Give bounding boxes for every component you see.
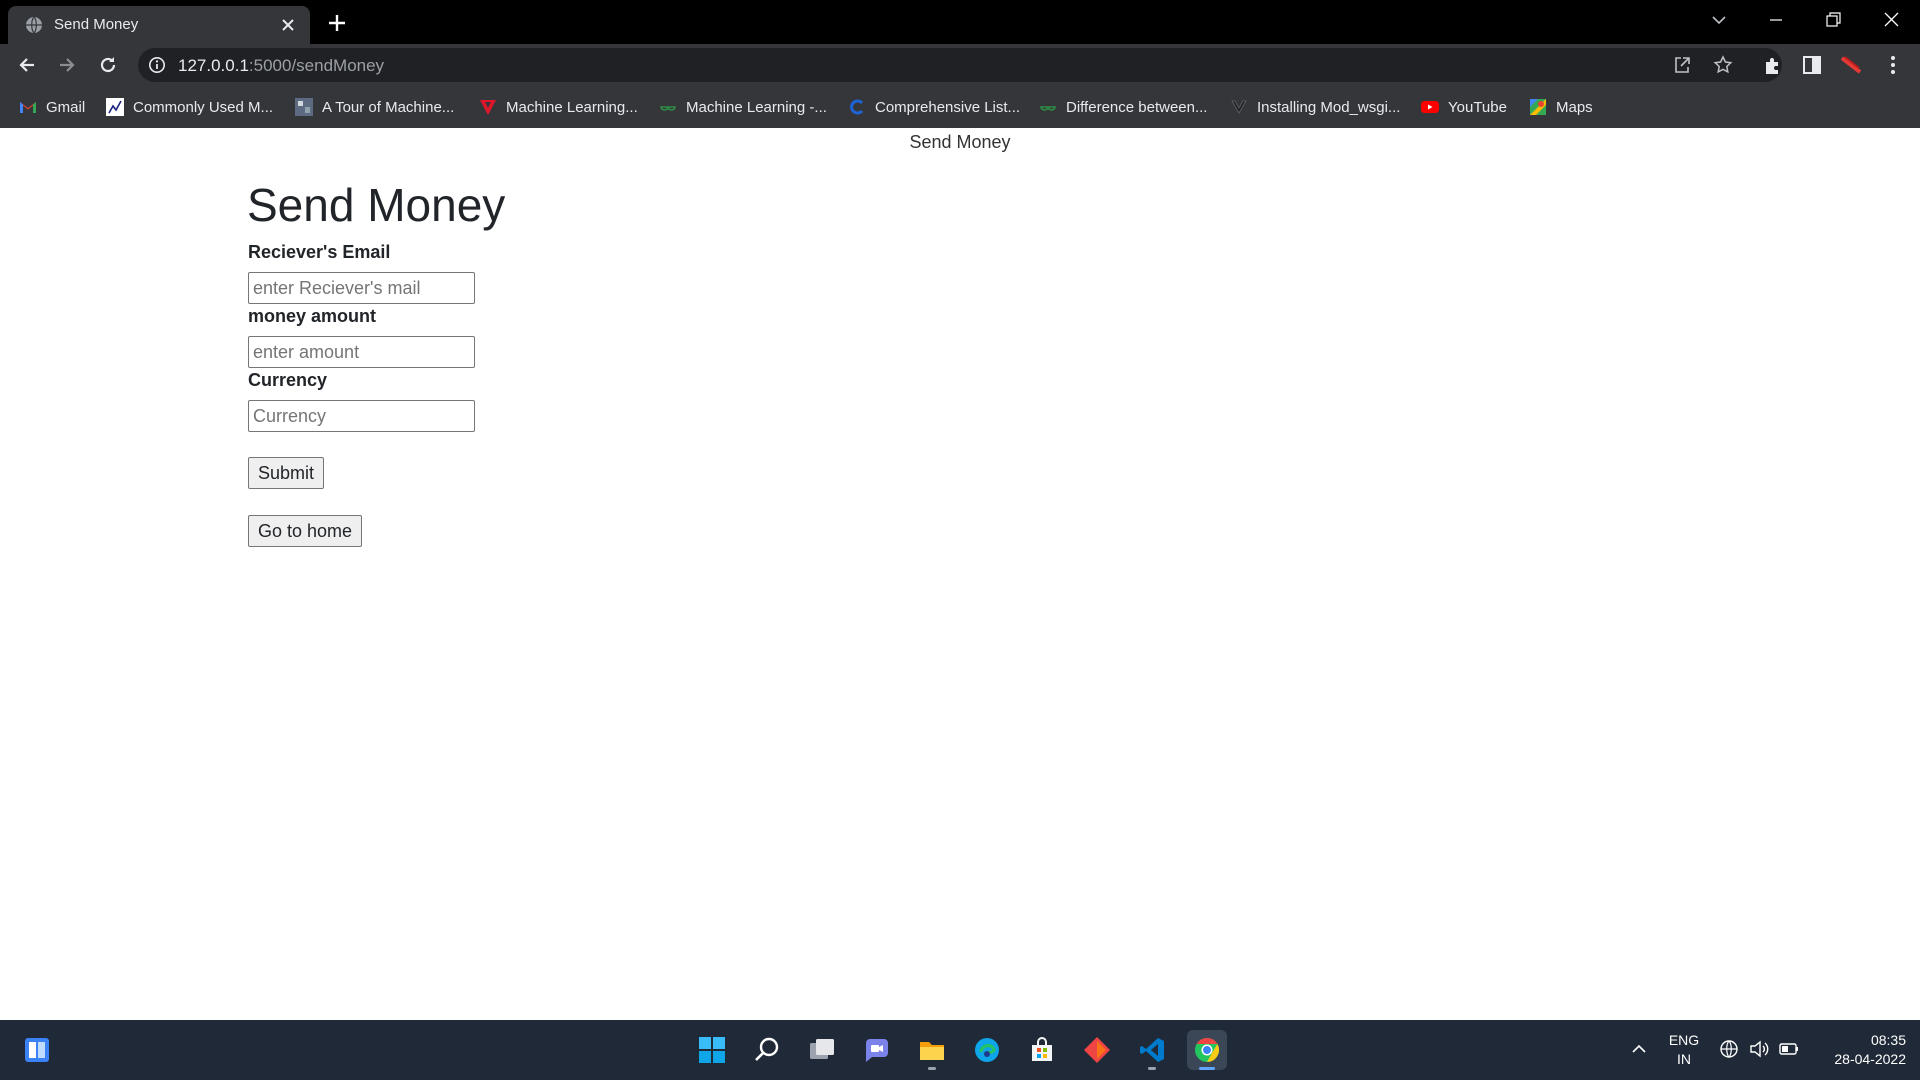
bookmark-tour-of-machine[interactable]: A Tour of Machine... [294, 96, 454, 118]
currency-label: Currency [248, 370, 328, 390]
bookmark-label: Commonly Used M... [133, 98, 274, 116]
search-icon[interactable] [747, 1030, 787, 1070]
page-viewport: Send Money Send Money Reciever's Email m… [0, 128, 1920, 1020]
windows-taskbar: ENG IN 08:35 28-04-2022 [0, 1020, 1920, 1080]
bookmark-youtube[interactable]: YouTube [1420, 96, 1507, 118]
document-title-text: Send Money [909, 132, 1011, 152]
bookmark-label: Comprehensive List... [875, 98, 1021, 116]
browser-tab-send-money[interactable]: Send Money [8, 6, 310, 44]
bookmark-difference-between[interactable]: Difference between... [1038, 96, 1207, 118]
red-v-icon [478, 97, 498, 117]
bookmark-label: Machine Learning... [506, 98, 638, 116]
chevron-up-icon[interactable] [1628, 1038, 1650, 1060]
receiver-email-label: Reciever's Email [248, 242, 391, 262]
volume-icon[interactable] [1748, 1038, 1770, 1060]
network-globe-icon[interactable] [1718, 1038, 1740, 1060]
currency-input[interactable] [248, 400, 475, 432]
restore-icon[interactable] [1818, 8, 1848, 32]
running-indicator [1199, 1067, 1215, 1070]
running-indicator [928, 1067, 936, 1070]
browser-toolbar: 127.0.0.1:5000/sendMoney [0, 44, 1920, 86]
bookmark-machine-learning-2[interactable]: Machine Learning -... [658, 96, 827, 118]
address-bar[interactable]: 127.0.0.1:5000/sendMoney [138, 48, 1782, 82]
bookmark-maps[interactable]: Maps [1528, 96, 1593, 118]
bookmark-label: Difference between... [1066, 98, 1208, 116]
url-text: 127.0.0.1:5000/sendMoney [178, 56, 384, 76]
bookmark-label: A Tour of Machine... [322, 98, 455, 116]
clock-time: 08:35 [1870, 1032, 1906, 1048]
forward-arrow-icon[interactable] [53, 51, 81, 79]
geeks-icon [1038, 97, 1058, 117]
kebab-menu-icon[interactable] [1882, 54, 1904, 76]
money-amount-input[interactable] [248, 336, 475, 368]
system-clock[interactable]: 08:35 28-04-2022 [1806, 1031, 1906, 1069]
url-path: :5000/sendMoney [248, 56, 385, 75]
task-view-icon[interactable] [802, 1030, 842, 1070]
bookmark-commonly-used[interactable]: Commonly Used M... [105, 96, 273, 118]
blue-c-icon [847, 97, 867, 117]
globe-icon [25, 16, 43, 34]
tab-search-chevron-icon[interactable] [1704, 8, 1734, 32]
bookmark-label: Installing Mod_wsgi... [1257, 98, 1401, 116]
close-window-icon[interactable] [1876, 8, 1906, 32]
minimize-icon[interactable] [1761, 8, 1791, 32]
tab-strip: Send Money [0, 0, 1920, 44]
running-indicator [1148, 1067, 1156, 1070]
start-icon[interactable] [692, 1030, 732, 1070]
chart-icon [105, 97, 125, 117]
go-to-home-button[interactable]: Go to home [248, 515, 363, 547]
gmail-icon [18, 97, 38, 117]
close-tab-icon[interactable] [278, 15, 298, 35]
reload-icon[interactable] [94, 51, 122, 79]
bookmark-star-icon[interactable] [1713, 55, 1733, 75]
back-arrow-icon[interactable] [13, 51, 41, 79]
clock-date: 28-04-2022 [1834, 1051, 1906, 1067]
battery-icon[interactable] [1778, 1038, 1800, 1060]
dark-v-icon [1229, 97, 1249, 117]
site-info-icon[interactable] [148, 56, 166, 74]
submit-button[interactable]: Submit [248, 457, 325, 489]
new-tab-icon[interactable] [323, 9, 351, 37]
file-explorer-icon[interactable] [912, 1030, 952, 1070]
url-host: 127.0.0.1 [178, 56, 249, 75]
money-amount-label: money amount [248, 306, 377, 326]
vscode-icon[interactable] [1132, 1030, 1172, 1070]
maps-icon [1528, 97, 1548, 117]
bookmark-comprehensive-list[interactable]: Comprehensive List... [847, 96, 1020, 118]
edge-icon[interactable] [967, 1030, 1007, 1070]
bookmark-machine-learning-1[interactable]: Machine Learning... [478, 96, 638, 118]
receiver-email-input[interactable] [248, 272, 475, 304]
input-language-indicator[interactable]: ENG IN [1664, 1031, 1704, 1069]
extensions-puzzle-icon[interactable] [1762, 54, 1784, 76]
bookmark-gmail[interactable]: Gmail [18, 96, 85, 118]
git-icon[interactable] [1077, 1030, 1117, 1070]
teams-chat-icon[interactable] [857, 1030, 897, 1070]
bookmarks-bar: Gmail Commonly Used M... A Tour of Machi… [0, 86, 1920, 128]
side-panel-icon[interactable] [1801, 54, 1823, 76]
bookmark-label: Machine Learning -... [686, 98, 827, 116]
bookmark-installing-mod-wsgi[interactable]: Installing Mod_wsgi... [1229, 96, 1400, 118]
tab-title: Send Money [54, 16, 139, 33]
page-heading: Send Money [247, 179, 506, 231]
share-icon[interactable] [1672, 55, 1692, 75]
language-text: ENG [1668, 1032, 1700, 1048]
thumbnail-icon [294, 97, 314, 117]
chrome-icon[interactable] [1187, 1030, 1227, 1070]
store-icon[interactable] [1022, 1030, 1062, 1070]
profile-avatar-icon[interactable] [1840, 54, 1862, 76]
bookmark-label: YouTube [1448, 98, 1507, 116]
region-text: IN [1677, 1051, 1691, 1067]
geeks-icon [658, 97, 678, 117]
youtube-icon [1420, 97, 1440, 117]
bookmark-label: Gmail [46, 98, 86, 116]
bookmark-label: Maps [1556, 98, 1593, 116]
widgets-icon[interactable] [17, 1030, 57, 1070]
